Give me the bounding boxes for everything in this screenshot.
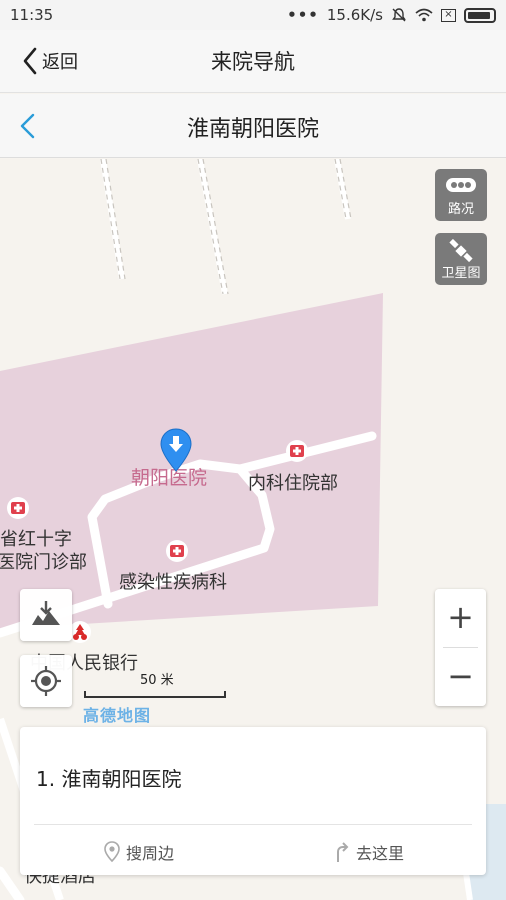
destination-pin-icon[interactable] bbox=[159, 427, 193, 473]
close-box-icon: × bbox=[441, 8, 456, 22]
download-map-icon bbox=[32, 601, 60, 625]
zoom-control: + − bbox=[435, 589, 486, 706]
result-item[interactable]: 1. 淮南朝阳医院 bbox=[36, 763, 181, 792]
poi-infectious[interactable]: 感染性疾病科 bbox=[119, 568, 227, 594]
zoom-in-button[interactable]: + bbox=[435, 589, 486, 647]
poi-red-cross-line2[interactable]: 医院门诊部 bbox=[0, 548, 87, 574]
satellite-label: 卫星图 bbox=[441, 266, 481, 281]
net-speed: 15.6K/s bbox=[326, 6, 383, 24]
locate-icon bbox=[31, 666, 61, 696]
location-pin-icon bbox=[104, 841, 120, 863]
search-nearby-button[interactable]: 搜周边 bbox=[104, 839, 174, 865]
signal-dots: ••• bbox=[287, 6, 319, 24]
satellite-icon bbox=[449, 239, 473, 263]
zoom-out-button[interactable]: − bbox=[435, 648, 486, 706]
map-scale: 50 米 bbox=[84, 673, 226, 698]
status-bar: 11:35 ••• 15.6K/s × bbox=[0, 0, 506, 30]
satellite-button[interactable]: 卫星图 bbox=[435, 233, 487, 285]
battery-icon bbox=[464, 7, 496, 23]
traffic-icon bbox=[446, 178, 476, 192]
locate-button[interactable] bbox=[20, 655, 72, 707]
route-arrow-icon bbox=[337, 842, 349, 862]
traffic-button[interactable]: 路况 bbox=[435, 169, 487, 221]
page-title: 来院导航 bbox=[211, 50, 295, 74]
hospital-marker-icon[interactable] bbox=[6, 496, 30, 520]
amap-logo: 高德地图 bbox=[83, 706, 152, 725]
hospital-marker-icon[interactable] bbox=[165, 539, 189, 563]
wifi-icon bbox=[415, 8, 433, 22]
hospital-title: 淮南朝阳医院 bbox=[186, 117, 319, 142]
go-here-label: 去这里 bbox=[356, 844, 405, 863]
status-right: ••• 15.6K/s × bbox=[287, 6, 496, 24]
poi-inpatient[interactable]: 内科住院部 bbox=[248, 469, 338, 495]
hospital-marker-icon[interactable] bbox=[285, 439, 309, 463]
card-divider bbox=[34, 824, 472, 825]
scale-label: 50 米 bbox=[140, 673, 174, 688]
traffic-label: 路况 bbox=[447, 202, 474, 217]
result-card: 1. 淮南朝阳医院 搜周边 去这里 bbox=[20, 727, 486, 875]
go-here-button[interactable]: 去这里 bbox=[332, 839, 404, 865]
mute-icon bbox=[392, 8, 406, 22]
search-nearby-label: 搜周边 bbox=[126, 844, 175, 863]
status-time: 11:35 bbox=[10, 6, 54, 24]
top-nav: 返回 来院导航 bbox=[0, 30, 506, 93]
scale-bar bbox=[84, 691, 226, 698]
offline-map-button[interactable] bbox=[20, 589, 72, 641]
sub-nav: 淮南朝阳医院 bbox=[0, 94, 506, 158]
